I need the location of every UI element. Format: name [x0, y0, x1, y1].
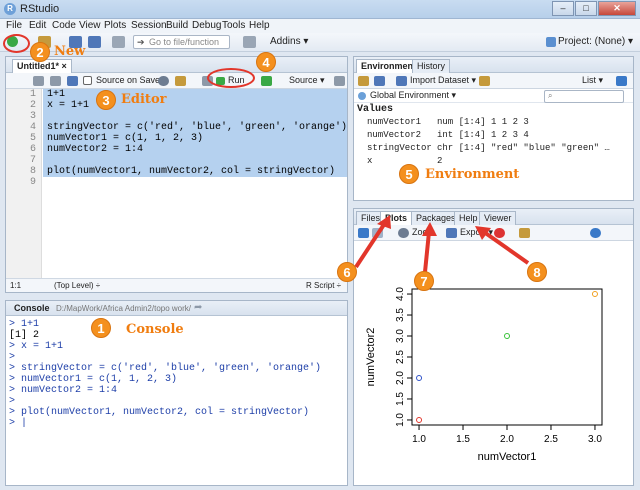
callout-6-badge: 6	[337, 262, 357, 282]
arrow-8	[482, 230, 530, 265]
callout-8-badge: 8	[527, 262, 547, 282]
callout-arrows	[354, 215, 530, 273]
callout-7-badge: 7	[414, 271, 434, 291]
arrow-7	[423, 231, 431, 273]
arrow-6	[354, 221, 387, 269]
arrow-7-head	[422, 222, 437, 236]
